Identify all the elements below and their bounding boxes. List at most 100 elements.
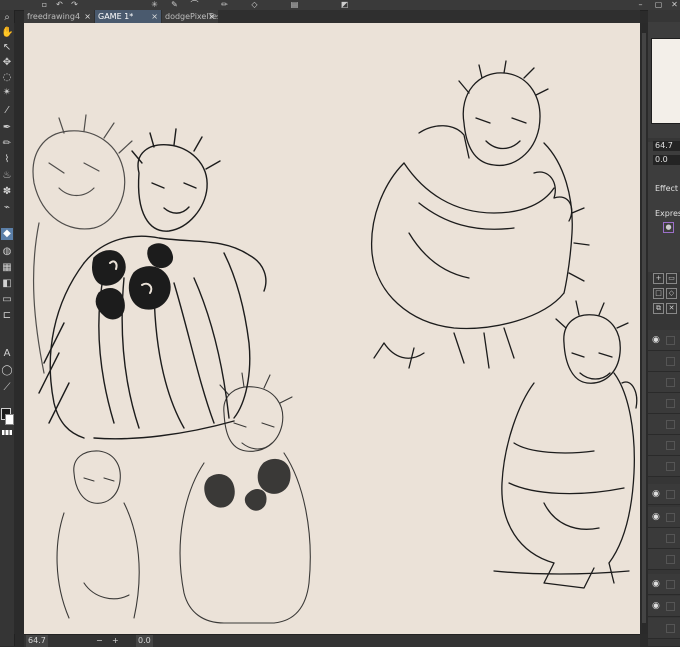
layer-row[interactable]: ◉ xyxy=(648,330,680,351)
airbrush-icon[interactable]: ♨ xyxy=(1,170,13,182)
window-close-icon[interactable]: ✕ xyxy=(670,1,679,9)
eye-icon[interactable]: ◉ xyxy=(652,335,660,345)
layer-row[interactable] xyxy=(648,549,680,570)
spinner-icon[interactable]: ✳ xyxy=(150,1,159,9)
navigator-angle-field[interactable]: 0.0 xyxy=(653,155,680,165)
sub-color-swatch[interactable] xyxy=(5,414,14,425)
hand-icon[interactable]: ✋ xyxy=(1,27,13,39)
window-restore-icon[interactable]: ▢ xyxy=(654,1,663,9)
tab-freedrawing4[interactable]: freedrawing4 × xyxy=(24,10,94,23)
layer-lock-icon[interactable] xyxy=(666,399,675,408)
decoration-icon[interactable]: ✽ xyxy=(1,186,13,198)
layer-mask-icon[interactable]: □ xyxy=(653,288,664,299)
layer-row[interactable]: ◉ xyxy=(648,507,680,528)
tool-palette-margin xyxy=(14,23,24,634)
move-icon[interactable]: ✥ xyxy=(1,57,13,69)
navigator-thumbnail[interactable] xyxy=(651,38,680,124)
sketch-artwork xyxy=(32,60,638,624)
blend-icon[interactable]: ⌁ xyxy=(1,202,13,214)
layer-row[interactable]: ◉ xyxy=(648,596,680,617)
layer-lock-icon[interactable] xyxy=(666,624,675,633)
layer-lock-icon[interactable] xyxy=(666,534,675,543)
rotation-readout[interactable]: 0.0 xyxy=(136,635,153,647)
cloaked-owl-sketch xyxy=(370,60,590,369)
status-bar: 64.7 − + 0.0 xyxy=(24,634,640,647)
vertical-scrollbar[interactable] xyxy=(640,23,648,634)
tab-dodgepixeltest[interactable]: dodgePixelTest × xyxy=(162,10,218,23)
effect-label: Effect xyxy=(655,184,679,193)
undo-icon[interactable]: ↶ xyxy=(55,1,64,9)
layer-lock-icon[interactable] xyxy=(666,441,675,450)
tab-game-1[interactable]: GAME 1* × xyxy=(95,10,161,23)
brush-tool-icon[interactable]: ⌇ xyxy=(1,154,13,166)
eye-icon[interactable]: ◉ xyxy=(652,579,660,589)
close-icon[interactable]: × xyxy=(84,10,91,23)
eyedropper-icon[interactable]: ⁄ xyxy=(1,105,13,117)
layer-lock-icon[interactable] xyxy=(666,420,675,429)
balloon-icon[interactable]: ◯ xyxy=(1,365,13,377)
shape-icon[interactable]: ◇ xyxy=(250,1,259,9)
layer-lock-icon[interactable] xyxy=(666,336,675,345)
zoom-in-button[interactable]: + xyxy=(112,635,119,647)
layer-ruler-icon[interactable]: ◇ xyxy=(666,288,677,299)
frame-icon[interactable]: ▭ xyxy=(1,294,13,306)
close-icon[interactable]: × xyxy=(208,10,215,23)
operation-icon[interactable]: ↖ xyxy=(1,42,13,54)
layer-row[interactable] xyxy=(648,618,680,639)
close-icon[interactable]: × xyxy=(151,10,158,23)
ruler-icon[interactable]: ⊏ xyxy=(1,310,13,322)
save-icon[interactable]: ▫ xyxy=(40,1,49,9)
layer-row[interactable] xyxy=(648,528,680,549)
layer-new-icon[interactable]: + xyxy=(653,273,664,284)
eraser-icon[interactable]: ◆ xyxy=(1,228,13,240)
layer-lock-icon[interactable] xyxy=(666,513,675,522)
fill-icon[interactable]: ◩ xyxy=(340,1,349,9)
layer-lock-icon[interactable] xyxy=(666,490,675,499)
layer-lock-icon[interactable] xyxy=(666,462,675,471)
pen-tool-icon[interactable]: ✒ xyxy=(1,122,13,134)
zoom-out-button[interactable]: − xyxy=(96,635,103,647)
window-minimize-icon[interactable]: – xyxy=(636,1,645,9)
eye-icon[interactable]: ◉ xyxy=(652,512,660,522)
layer-delete-icon[interactable]: ✕ xyxy=(666,303,677,314)
layer-lock-icon[interactable] xyxy=(666,357,675,366)
layer-row[interactable] xyxy=(648,351,680,372)
layer-lock-icon[interactable] xyxy=(666,555,675,564)
pen-icon[interactable]: ✎ xyxy=(170,1,179,9)
layer-row[interactable] xyxy=(648,414,680,435)
layer-row[interactable] xyxy=(648,456,680,477)
drawing-canvas[interactable] xyxy=(24,23,640,634)
layer-row[interactable] xyxy=(648,393,680,414)
scrollbar-thumb[interactable] xyxy=(642,33,646,623)
pencil-tool-icon[interactable]: ✏ xyxy=(1,138,13,150)
eye-icon[interactable]: ◉ xyxy=(652,601,660,611)
fill-icon[interactable]: ◍ xyxy=(1,246,13,258)
lasso-icon[interactable]: ◌ xyxy=(1,72,13,84)
correction-icon[interactable]: ⟋ xyxy=(1,382,13,394)
transparent-color-swatch[interactable] xyxy=(2,430,12,435)
bottom-left-sketches xyxy=(56,372,311,624)
layer-row[interactable]: ◉ xyxy=(648,574,680,595)
layer-lock-icon[interactable] xyxy=(666,378,675,387)
layer-row[interactable]: ◉ xyxy=(648,484,680,505)
gradient-icon[interactable]: ▦ xyxy=(1,262,13,274)
layer-lock-icon[interactable] xyxy=(666,580,675,589)
eye-icon[interactable]: ◉ xyxy=(652,489,660,499)
gradient-icon[interactable]: ▤ xyxy=(290,1,299,9)
layer-copy-icon[interactable]: ⧉ xyxy=(653,303,664,314)
layer-row[interactable] xyxy=(648,435,680,456)
brush-icon[interactable]: ⌒ xyxy=(190,1,199,9)
express-label: Express xyxy=(655,209,680,218)
navigator-zoom-field[interactable]: 64.7 xyxy=(653,141,680,151)
magic-wand-icon[interactable]: ✴ xyxy=(1,87,13,99)
layer-row[interactable] xyxy=(648,372,680,393)
layer-lock-icon[interactable] xyxy=(666,602,675,611)
layer-folder-icon[interactable]: ▭ xyxy=(666,273,677,284)
zoom-readout[interactable]: 64.7 xyxy=(26,635,48,647)
pencil-icon[interactable]: ✏ xyxy=(220,1,229,9)
figure-icon[interactable]: ◧ xyxy=(1,278,13,290)
color-wheel-icon[interactable]: ● xyxy=(663,222,674,233)
redo-icon[interactable]: ↷ xyxy=(70,1,79,9)
text-icon[interactable]: A xyxy=(1,348,13,360)
zoom-icon[interactable]: ⌕ xyxy=(1,12,13,24)
